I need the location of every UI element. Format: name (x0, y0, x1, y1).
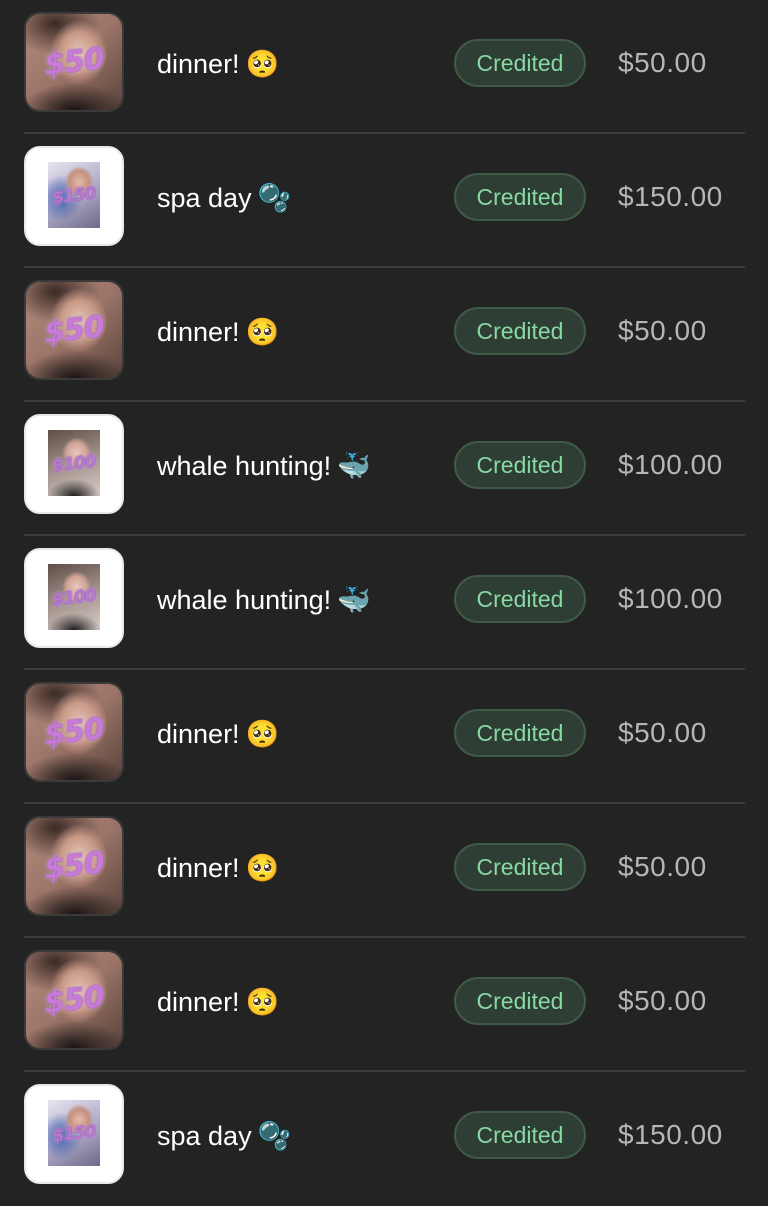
transaction-list: $50 dinner! 🥺 Credited $50.00 $150 spa da… (0, 0, 768, 1200)
transaction-row[interactable]: $100 whale hunting! 🐳 Credited $100.00 (24, 402, 745, 536)
status-badge: Credited (454, 575, 586, 623)
transaction-amount: $50.00 (618, 47, 707, 78)
pleading-face-emoji-icon: 🥺 (245, 49, 280, 79)
transaction-title: dinner! 🥺 (157, 986, 279, 1018)
transaction-amount: $50.00 (618, 315, 707, 346)
transaction-title-text: spa day (157, 183, 252, 213)
transaction-row[interactable]: $50 dinner! 🥺 Credited $50.00 (24, 670, 745, 804)
bubbles-emoji-icon: 🫧 (257, 183, 292, 213)
transaction-thumbnail: $100 (24, 414, 124, 514)
whale-emoji-icon: 🐳 (337, 451, 371, 481)
transaction-amount: $50.00 (618, 851, 707, 882)
transaction-title-text: spa day (157, 1121, 252, 1151)
transaction-amount: $150.00 (618, 1119, 723, 1150)
status-badge: Credited (454, 843, 586, 891)
status-badge: Credited (454, 1111, 586, 1159)
transaction-row[interactable]: $100 whale hunting! 🐳 Credited $100.00 (24, 536, 745, 670)
transaction-amount: $50.00 (618, 717, 707, 748)
status-badge: Credited (454, 173, 586, 221)
pleading-face-emoji-icon: 🥺 (245, 317, 280, 347)
status-badge: Credited (454, 977, 586, 1025)
transaction-title: spa day 🫧 (157, 1120, 291, 1152)
status-badge: Credited (454, 307, 586, 355)
transaction-title: dinner! 🥺 (157, 316, 279, 348)
transaction-row[interactable]: $50 dinner! 🥺 Credited $50.00 (24, 938, 745, 1072)
transaction-title-text: whale hunting! (157, 585, 332, 615)
transaction-amount: $100.00 (618, 449, 723, 480)
transaction-row[interactable]: $150 spa day 🫧 Credited $150.00 (24, 134, 745, 268)
transaction-title: spa day 🫧 (157, 182, 291, 214)
status-badge: Credited (454, 39, 586, 87)
transaction-title-text: dinner! (157, 987, 240, 1017)
transaction-row[interactable]: $50 dinner! 🥺 Credited $50.00 (24, 268, 745, 402)
transaction-row[interactable]: $50 dinner! 🥺 Credited $50.00 (24, 0, 745, 134)
transaction-thumbnail: $50 (24, 280, 124, 380)
status-badge: Credited (454, 441, 586, 489)
transaction-thumbnail: $150 (24, 146, 124, 246)
transaction-thumbnail: $50 (24, 950, 124, 1050)
transaction-row[interactable]: $150 spa day 🫧 Credited $150.00 (24, 1072, 745, 1206)
transaction-thumbnail: $100 (24, 548, 124, 648)
transaction-title: whale hunting! 🐳 (157, 450, 371, 482)
transaction-title: dinner! 🥺 (157, 718, 279, 750)
transaction-row[interactable]: $50 dinner! 🥺 Credited $50.00 (24, 804, 745, 938)
pleading-face-emoji-icon: 🥺 (245, 987, 280, 1017)
pleading-face-emoji-icon: 🥺 (245, 719, 280, 749)
transaction-title-text: dinner! (157, 853, 240, 883)
transaction-title: dinner! 🥺 (157, 48, 279, 80)
transaction-title: whale hunting! 🐳 (157, 584, 371, 616)
transaction-title-text: dinner! (157, 49, 240, 79)
transaction-amount: $100.00 (618, 583, 723, 614)
bubbles-emoji-icon: 🫧 (257, 1121, 292, 1151)
transaction-title-text: whale hunting! (157, 451, 332, 481)
transaction-amount: $150.00 (618, 181, 723, 212)
transaction-title-text: dinner! (157, 719, 240, 749)
pleading-face-emoji-icon: 🥺 (245, 853, 280, 883)
whale-emoji-icon: 🐳 (337, 585, 371, 615)
status-badge: Credited (454, 709, 586, 757)
transaction-title: dinner! 🥺 (157, 852, 279, 884)
transaction-thumbnail: $50 (24, 682, 124, 782)
transaction-thumbnail: $50 (24, 816, 124, 916)
transaction-thumbnail: $150 (24, 1084, 124, 1184)
transaction-thumbnail: $50 (24, 12, 124, 112)
transaction-amount: $50.00 (618, 985, 707, 1016)
transaction-title-text: dinner! (157, 317, 240, 347)
